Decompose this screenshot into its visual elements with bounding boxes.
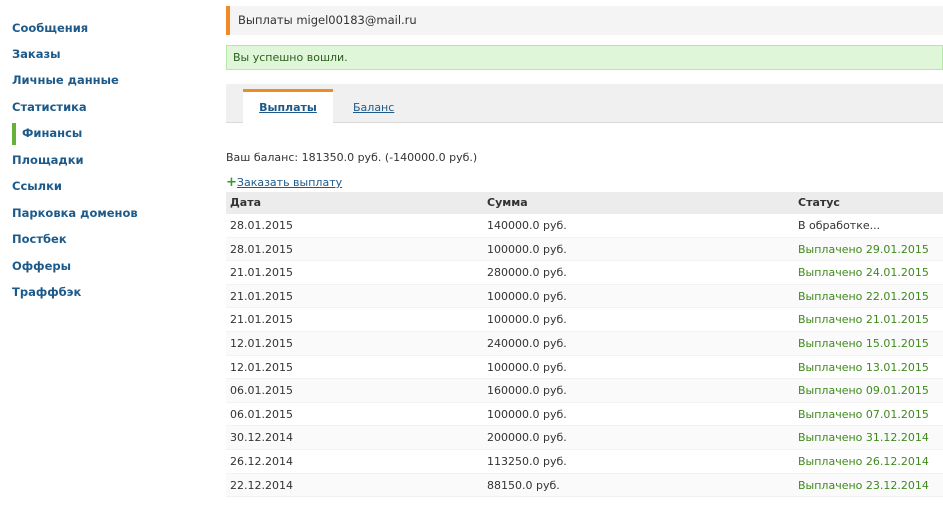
cell-sum: 100000.0 руб. [487, 407, 567, 421]
column-header-sum: Сумма [487, 196, 528, 209]
cell-status: Выплачено 22.01.2015 [798, 289, 929, 303]
cell-sum: 280000.0 руб. [487, 266, 567, 280]
table-row: 28.01.2015 100000.0 руб. Выплачено 29.01.2… [226, 237, 943, 262]
cell-status: Выплачено 07.01.2015 [798, 407, 929, 421]
tabs-bar: Выплаты Баланс [226, 84, 943, 124]
sidebar-item-finance[interactable]: Финансы [12, 123, 82, 145]
cell-status: Выплачено 21.01.2015 [798, 313, 929, 327]
cell-date: 06.01.2015 [230, 407, 293, 421]
table-header: Дата Сумма Статус [226, 192, 943, 214]
table-row: 06.01.2015 100000.0 руб. Выплачено 07.01.2… [226, 403, 943, 427]
main-content: Выплаты migel00183@mail.ru Вы успешно во… [226, 0, 943, 513]
balance-text: Ваш баланс: 181350.0 руб. (-140000.0 руб… [226, 151, 478, 164]
active-indicator [12, 123, 16, 145]
cell-sum: 240000.0 руб. [487, 336, 567, 350]
cell-date: 21.01.2015 [230, 313, 293, 327]
sidebar-item-links[interactable]: Ссылки [12, 176, 62, 196]
cell-date: 28.01.2015 [230, 219, 293, 232]
tab-balance[interactable]: Баланс [353, 92, 394, 127]
cell-date: 12.01.2015 [230, 336, 293, 350]
tab-payouts[interactable]: Выплаты [243, 89, 333, 124]
sidebar-item-messages[interactable]: Сообщения [12, 18, 88, 38]
cell-status: Выплачено 23.12.2014 [798, 478, 929, 492]
table-row: 12.01.2015 240000.0 руб. Выплачено 15.01.2… [226, 331, 943, 356]
cell-sum: 140000.0 руб. [487, 219, 567, 232]
table-row: 12.01.2015 100000.0 руб. Выплачено 13.01.2… [226, 356, 943, 380]
cell-status: Выплачено 26.12.2014 [798, 454, 929, 468]
cell-sum: 113250.0 руб. [487, 454, 567, 468]
cell-date: 30.12.2014 [230, 431, 293, 445]
sidebar-nav: Сообщения Заказы Личные данные Статистик… [0, 0, 215, 513]
cell-status: Выплачено 15.01.2015 [798, 336, 929, 350]
cell-status: Выплачено 13.01.2015 [798, 360, 929, 374]
sidebar-item-orders[interactable]: Заказы [12, 44, 61, 64]
table-row: 21.01.2015 100000.0 руб. Выплачено 21.01.2… [226, 308, 943, 332]
sidebar-item-personal-data[interactable]: Личные данные [12, 70, 119, 90]
sidebar-item-domain-parking[interactable]: Парковка доменов [12, 203, 138, 223]
cell-sum: 100000.0 руб. [487, 313, 567, 327]
table-row: 28.01.2015 140000.0 руб. В обработке... [226, 214, 943, 238]
cell-date: 22.12.2014 [230, 478, 293, 492]
page-title: Выплаты migel00183@mail.ru [226, 6, 943, 35]
sidebar-item-platforms[interactable]: Площадки [12, 150, 84, 170]
cell-date: 12.01.2015 [230, 360, 293, 374]
cell-sum: 200000.0 руб. [487, 431, 567, 445]
cell-status: В обработке... [798, 219, 881, 232]
cell-sum: 100000.0 руб. [487, 360, 567, 374]
column-header-status: Статус [798, 196, 840, 209]
cell-status: Выплачено 29.01.2015 [798, 242, 929, 256]
cell-sum: 100000.0 руб. [487, 242, 567, 256]
table-row: 22.12.2014 88150.0 руб. Выплачено 23.12.20… [226, 473, 943, 498]
cell-date: 26.12.2014 [230, 454, 293, 468]
table-row: 26.12.2014 113250.0 руб. Выплачено 26.12.2… [226, 450, 943, 474]
sidebar-item-traffback[interactable]: Траффбэк [12, 282, 81, 302]
cell-sum: 160000.0 руб. [487, 384, 567, 398]
column-header-date: Дата [230, 196, 262, 209]
sidebar-item-statistics[interactable]: Статистика [12, 97, 87, 117]
sidebar-item-postback[interactable]: Постбек [12, 229, 67, 249]
cell-status: Выплачено 09.01.2015 [798, 384, 929, 398]
cell-status: Выплачено 24.01.2015 [798, 266, 929, 280]
order-payout-link[interactable]: +Заказать выплату [226, 175, 342, 190]
success-alert: Вы успешно вошли. [226, 45, 943, 70]
cell-date: 21.01.2015 [230, 266, 293, 280]
cell-date: 28.01.2015 [230, 242, 293, 256]
cell-sum: 100000.0 руб. [487, 289, 567, 303]
sidebar-item-offers[interactable]: Офферы [12, 256, 71, 276]
cell-date: 21.01.2015 [230, 289, 293, 303]
plus-icon: + [226, 175, 237, 190]
table-row: 21.01.2015 280000.0 руб. Выплачено 24.01.2… [226, 261, 943, 285]
table-row: 06.01.2015 160000.0 руб. Выплачено 09.01.2… [226, 379, 943, 403]
cell-date: 06.01.2015 [230, 384, 293, 398]
cell-status: Выплачено 31.12.2014 [798, 431, 929, 445]
order-payout-label[interactable]: Заказать выплату [237, 176, 342, 189]
table-row: 21.01.2015 100000.0 руб. Выплачено 22.01.2… [226, 284, 943, 309]
cell-sum: 88150.0 руб. [487, 478, 560, 492]
payouts-table: Дата Сумма Статус 28.01.2015 140000.0 руб… [226, 192, 943, 498]
table-row: 30.12.2014 200000.0 руб. Выплачено 31.12.2… [226, 426, 943, 450]
